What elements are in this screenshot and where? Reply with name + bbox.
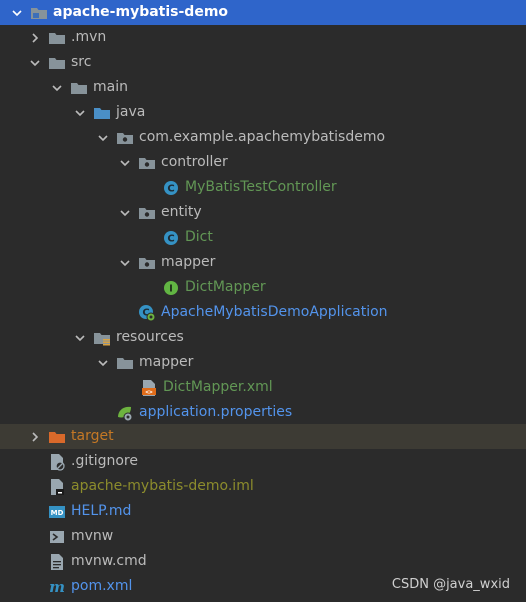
svg-text:I: I (169, 283, 173, 294)
folder-icon (116, 354, 134, 372)
tree-item-label: mapper (161, 254, 216, 270)
chevron-down-icon[interactable] (96, 131, 110, 145)
chevron-down-icon[interactable] (118, 206, 132, 220)
chevron-down-icon[interactable] (28, 56, 42, 70)
tree-item-label: src (71, 54, 92, 70)
tree-item-label: ApacheMybatisDemoApplication (161, 304, 388, 320)
tree-item-label: target (71, 428, 114, 444)
tree-item-main[interactable]: main (0, 75, 526, 100)
shell-script-icon (48, 528, 66, 546)
tree-item-entity[interactable]: entity (0, 200, 526, 225)
tree-item-label: com.example.apachemybatisdemo (139, 129, 386, 145)
tree-item-label: controller (161, 154, 228, 170)
tree-item-label: mapper (139, 354, 194, 370)
svg-text:C: C (167, 183, 174, 194)
tree-item-resources[interactable]: resources (0, 325, 526, 350)
package-icon (116, 129, 134, 147)
folder-icon (48, 54, 66, 72)
folder-icon (48, 29, 66, 47)
tree-item-label: apache-mybatis-demo.iml (71, 478, 254, 494)
iml-file-icon (48, 478, 66, 496)
tree-item-label: MyBatisTestController (185, 179, 337, 195)
project-tree: apache-mybatis-demo .mvn src main java c… (0, 0, 526, 602)
class-icon: C (162, 229, 180, 247)
chevron-down-icon[interactable] (118, 256, 132, 270)
tree-item-label: application.properties (139, 404, 293, 420)
svg-text:C: C (167, 233, 174, 244)
tree-item-entity-class[interactable]: C Dict (0, 225, 526, 250)
tree-item-target[interactable]: target (0, 424, 526, 449)
chevron-down-icon[interactable] (50, 81, 64, 95)
ignore-file-icon (48, 453, 66, 471)
chevron-right-icon[interactable] (28, 430, 42, 444)
tree-item-gitignore[interactable]: .gitignore (0, 449, 526, 474)
tree-item-package[interactable]: com.example.apachemybatisdemo (0, 125, 526, 150)
tree-item-label: mvnw (71, 528, 114, 544)
tree-item-src[interactable]: src (0, 50, 526, 75)
chevron-down-icon[interactable] (118, 156, 132, 170)
tree-item-java[interactable]: java (0, 100, 526, 125)
xml-file-icon: <> (140, 379, 158, 397)
source-folder-icon (93, 104, 111, 122)
resources-folder-icon (93, 329, 111, 347)
watermark: CSDN @java_wxid (391, 577, 510, 592)
tree-item-mvn[interactable]: .mvn (0, 25, 526, 50)
folder-icon (70, 79, 88, 97)
tree-item-mvnw[interactable]: mvnw (0, 524, 526, 549)
tree-item-label: HELP.md (71, 503, 132, 519)
svg-text:m: m (49, 579, 65, 595)
tree-item-mvnw-cmd[interactable]: mvnw.cmd (0, 549, 526, 574)
tree-item-label: main (93, 79, 128, 95)
package-icon (138, 254, 156, 272)
tree-item-label: DictMapper.xml (163, 379, 273, 395)
tree-item-label: .gitignore (71, 453, 138, 469)
chevron-down-icon[interactable] (73, 106, 87, 120)
markdown-file-icon: MD (48, 503, 66, 521)
module-folder-icon (30, 4, 48, 22)
tree-item-label: DictMapper (185, 279, 266, 295)
interface-icon: I (162, 279, 180, 297)
chevron-down-icon[interactable] (96, 356, 110, 370)
tree-item-mapper-package[interactable]: mapper (0, 250, 526, 275)
tree-item-label: apache-mybatis-demo (53, 4, 229, 20)
chevron-down-icon[interactable] (10, 6, 24, 20)
tree-item-label: entity (161, 204, 202, 220)
text-file-icon (48, 553, 66, 571)
svg-text:MD: MD (51, 509, 64, 517)
tree-item-label: Dict (185, 229, 213, 245)
tree-item-label: mvnw.cmd (71, 553, 147, 569)
svg-text:<>: <> (145, 389, 153, 396)
tree-item-controller-class[interactable]: C MyBatisTestController (0, 175, 526, 200)
spring-boot-class-icon: C (138, 304, 156, 322)
package-icon (138, 154, 156, 172)
maven-icon: m (48, 578, 66, 596)
tree-item-mapper-resource-folder[interactable]: mapper (0, 350, 526, 375)
tree-item-root[interactable]: apache-mybatis-demo (0, 0, 526, 25)
tree-item-label: pom.xml (71, 578, 133, 594)
package-icon (138, 204, 156, 222)
class-icon: C (162, 179, 180, 197)
tree-item-controller[interactable]: controller (0, 150, 526, 175)
tree-item-app-properties[interactable]: application.properties (0, 400, 526, 425)
tree-item-mapper-xml[interactable]: <> DictMapper.xml (0, 375, 526, 400)
spring-properties-icon (116, 404, 134, 422)
tree-item-label: resources (116, 329, 184, 345)
excluded-folder-icon (48, 428, 66, 446)
chevron-right-icon[interactable] (28, 31, 42, 45)
tree-item-iml[interactable]: apache-mybatis-demo.iml (0, 474, 526, 499)
tree-item-label: .mvn (71, 29, 107, 45)
chevron-down-icon[interactable] (73, 331, 87, 345)
tree-item-label: java (116, 104, 146, 120)
tree-item-help[interactable]: MD HELP.md (0, 499, 526, 524)
tree-item-app-class[interactable]: C ApacheMybatisDemoApplication (0, 300, 526, 325)
tree-item-mapper-interface[interactable]: I DictMapper (0, 275, 526, 300)
